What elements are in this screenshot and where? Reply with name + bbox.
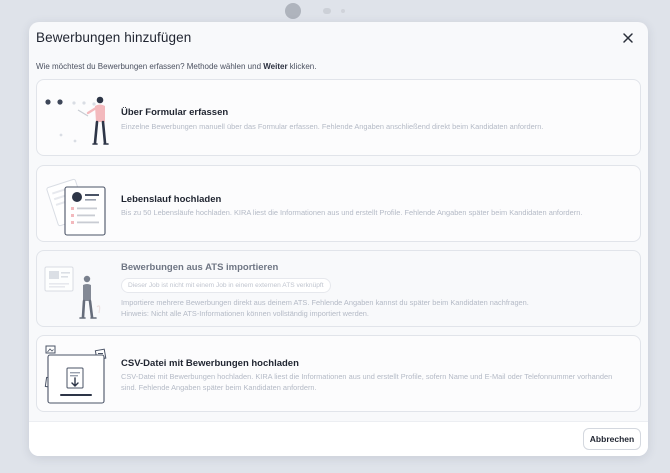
cancel-button[interactable]: Abbrechen: [583, 428, 641, 450]
add-applications-dialog: Bewerbungen hinzufügen Wie möchtest du B…: [29, 22, 648, 456]
person-board-illustration: [43, 257, 115, 321]
option-description: Einzelne Bewerbungen manuell über das Fo…: [121, 122, 544, 131]
option-ats-import: Bewerbungen aus ATS importieren Dieser J…: [36, 250, 641, 327]
option-title: Lebenslauf hochladen: [121, 194, 222, 205]
close-button[interactable]: [622, 31, 634, 43]
ats-hint-badge: Dieser Job ist nicht mit einem Job in ei…: [121, 278, 331, 293]
option-form[interactable]: Über Formular erfassen Einzelne Bewerbun…: [36, 79, 641, 156]
option-title: Über Formular erfassen: [121, 107, 229, 118]
option-title: Bewerbungen aus ATS importieren: [121, 262, 279, 273]
person-form-illustration: [43, 86, 115, 150]
option-resume-upload[interactable]: Lebenslauf hochladen Bis zu 50 Lebensläu…: [36, 165, 641, 242]
option-title: CSV-Datei mit Bewerbungen hochladen: [121, 358, 299, 369]
dialog-header: Bewerbungen hinzufügen: [29, 22, 648, 52]
option-description: Importiere mehrere Bewerbungen direkt au…: [121, 298, 529, 318]
option-description: Bis zu 50 Lebensläufe hochladen. KIRA li…: [121, 208, 583, 217]
option-description: CSV-Datei mit Bewerbungen hochladen. KIR…: [121, 372, 613, 392]
resume-documents-illustration: [43, 172, 115, 236]
csv-upload-illustration: [43, 342, 115, 406]
dialog-title: Bewerbungen hinzufügen: [36, 30, 192, 45]
close-icon: [623, 33, 633, 43]
intro-text: Wie möchtest du Bewerbungen erfassen? Me…: [36, 62, 317, 71]
option-csv-upload[interactable]: CSV-Datei mit Bewerbungen hochladen CSV-…: [36, 335, 641, 412]
dialog-footer: [29, 422, 648, 456]
footer-divider: [29, 421, 648, 422]
backdrop-avatar: [285, 3, 365, 19]
